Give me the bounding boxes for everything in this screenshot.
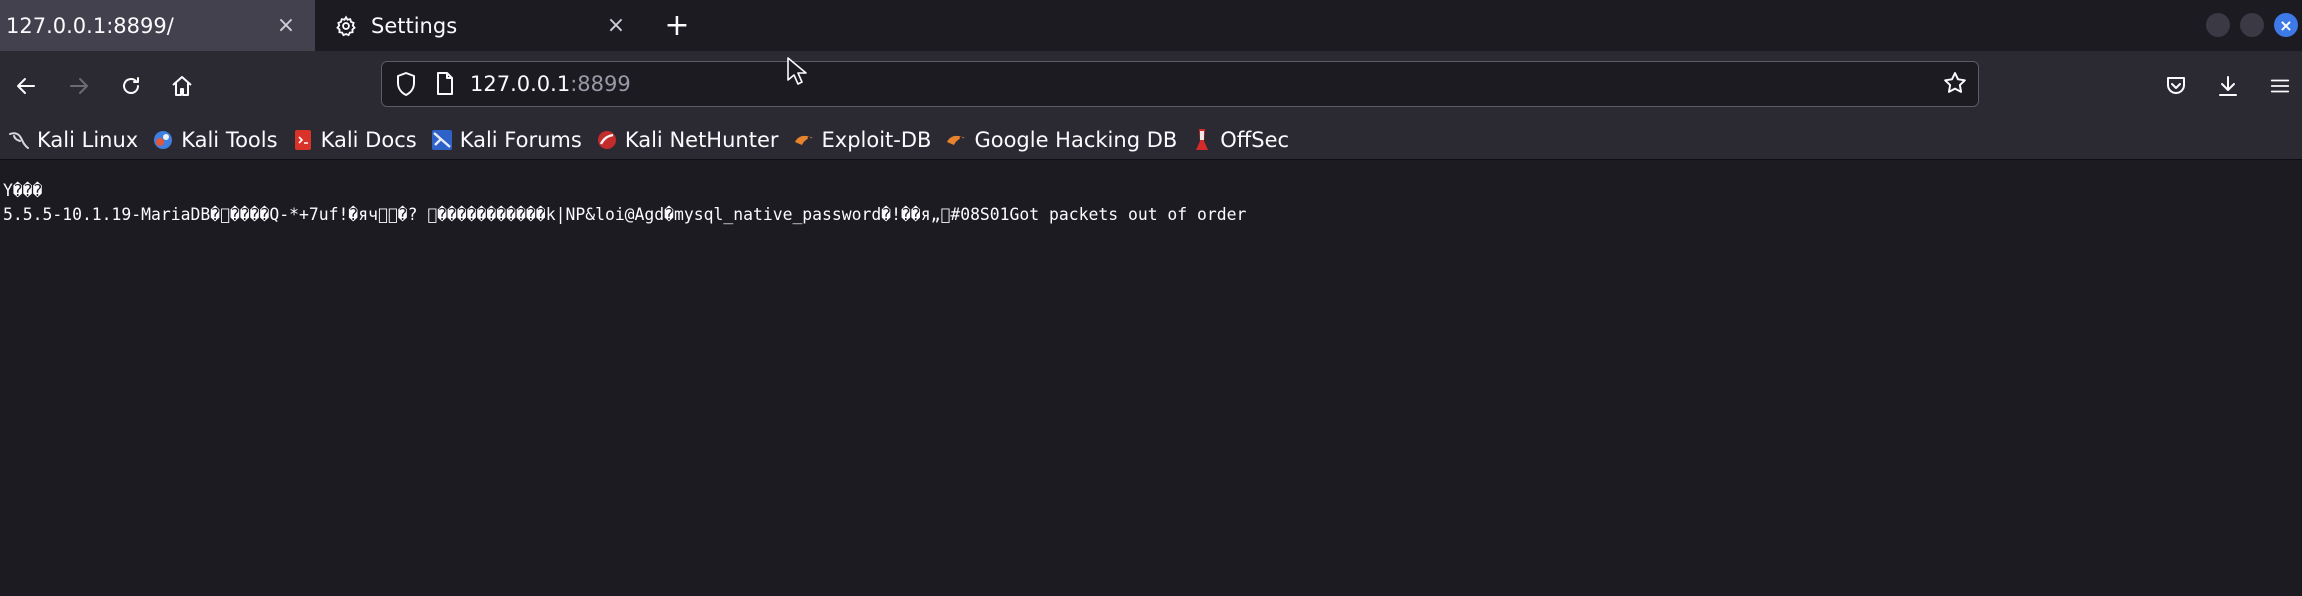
url-port: :8899 <box>570 72 631 96</box>
offsec-icon <box>1191 129 1213 151</box>
bookmark-label: Kali NetHunter <box>625 128 779 152</box>
forward-arrow-icon[interactable] <box>61 68 97 104</box>
nethunter-icon <box>596 129 618 151</box>
url-text[interactable]: 127.0.0.1:8899 <box>470 71 631 97</box>
bookmark-label: Google Hacking DB <box>974 128 1177 152</box>
download-icon[interactable] <box>2210 68 2246 104</box>
response-line-2: 5.5.5-10.1.19-MariaDB� ����Q-*+7uf!�яч  … <box>3 205 1246 224</box>
bookmark-star-icon[interactable] <box>1942 70 1968 100</box>
tab-label: 127.0.0.1:8899/ <box>6 14 271 38</box>
tab-strip: 127.0.0.1:8899/ × Settings × + × <box>0 0 2302 51</box>
bookmark-label: Kali Docs <box>321 128 417 152</box>
kali-docs-icon <box>292 129 314 151</box>
exploit-db-icon <box>793 129 815 151</box>
bookmark-google-hacking-db[interactable]: Google Hacking DB <box>945 121 1183 159</box>
back-arrow-icon[interactable] <box>8 68 44 104</box>
window-minimize-button[interactable] <box>2206 13 2230 37</box>
tab-label: Settings <box>371 14 601 38</box>
kali-forums-icon <box>431 129 453 151</box>
tab-close-icon[interactable]: × <box>271 13 301 38</box>
bookmark-offsec[interactable]: OffSec <box>1191 121 1295 159</box>
bookmarks-toolbar: Kali Linux Kali Tools Kali Docs Kali For… <box>0 121 2302 160</box>
kali-tools-icon <box>152 129 174 151</box>
bookmark-label: OffSec <box>1220 128 1289 152</box>
tab-settings[interactable]: Settings × <box>315 0 645 51</box>
response-line-1: Y��� <box>3 181 42 200</box>
bookmark-exploit-db[interactable]: Exploit-DB <box>793 121 938 159</box>
tab-close-icon[interactable]: × <box>601 13 631 38</box>
ghdb-icon <box>945 129 967 151</box>
kali-dragon-icon <box>8 129 30 151</box>
bookmark-kali-docs[interactable]: Kali Docs <box>292 121 423 159</box>
raw-response-text: Y��� 5.5.5-10.1.19-MariaDB� ����Q-*+7uf!… <box>3 179 1246 227</box>
window-maximize-button[interactable] <box>2240 13 2264 37</box>
bookmark-kali-linux[interactable]: Kali Linux <box>8 121 144 159</box>
bookmark-label: Kali Forums <box>460 128 582 152</box>
bookmark-kali-forums[interactable]: Kali Forums <box>431 121 588 159</box>
bookmark-label: Exploit-DB <box>822 128 932 152</box>
bookmark-label: Kali Linux <box>37 128 138 152</box>
home-icon[interactable] <box>164 68 200 104</box>
hamburger-menu-icon[interactable] <box>2262 68 2298 104</box>
url-host: 127.0.0.1 <box>470 72 570 96</box>
pocket-icon[interactable] <box>2158 68 2194 104</box>
gear-icon <box>333 13 359 39</box>
window-close-button[interactable]: × <box>2274 13 2298 37</box>
address-bar[interactable]: 127.0.0.1:8899 <box>381 61 1979 107</box>
bookmark-label: Kali Tools <box>181 128 277 152</box>
new-tab-button[interactable]: + <box>660 8 694 42</box>
page-content: Y��� 5.5.5-10.1.19-MariaDB� ����Q-*+7uf!… <box>0 160 2302 596</box>
navigation-toolbar: 127.0.0.1:8899 <box>0 51 2302 121</box>
mouse-pointer-icon <box>786 56 808 90</box>
reload-icon[interactable] <box>113 68 149 104</box>
bookmark-kali-nethunter[interactable]: Kali NetHunter <box>596 121 785 159</box>
shield-icon[interactable] <box>394 71 418 101</box>
bookmark-kali-tools[interactable]: Kali Tools <box>152 121 283 159</box>
tab-localhost[interactable]: 127.0.0.1:8899/ × <box>0 0 315 51</box>
page-icon[interactable] <box>434 71 456 101</box>
